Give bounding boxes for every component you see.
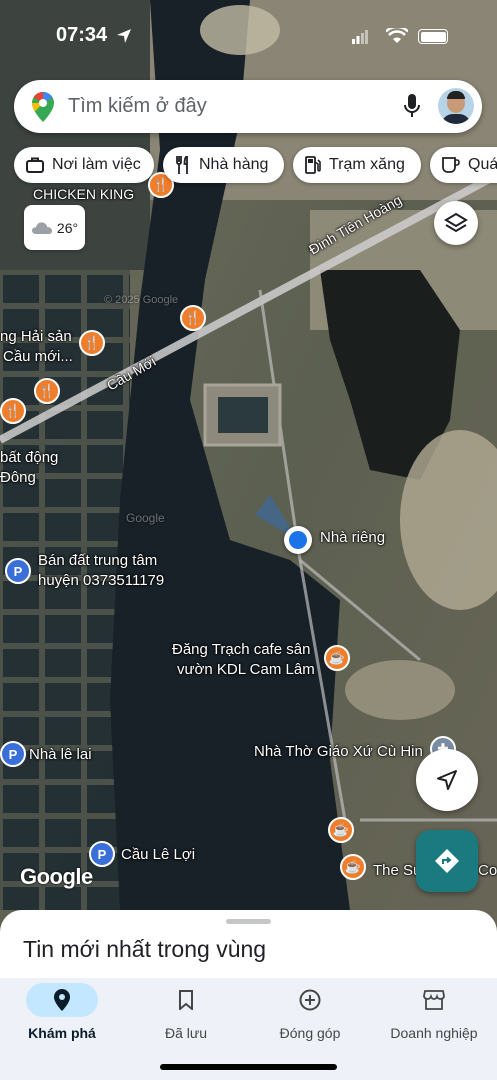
label-hai-san-1[interactable]: ng Hải sản xyxy=(0,327,72,347)
directions-button[interactable] xyxy=(416,830,478,892)
navigation-arrow-icon xyxy=(437,770,457,790)
layers-button[interactable] xyxy=(434,201,478,245)
weather-badge[interactable]: 26° xyxy=(24,205,85,250)
search-bar[interactable]: Tìm kiếm ở đây xyxy=(14,80,482,133)
sheet-handle[interactable] xyxy=(226,919,271,924)
gas-station-icon xyxy=(305,156,321,174)
label-ban-dat-2[interactable]: huyện 0373511179 xyxy=(38,571,164,591)
label-nha-le-lai[interactable]: Nhà lê lai xyxy=(29,745,92,765)
label-co[interactable]: Co xyxy=(478,861,497,881)
status-bar: 07:34 xyxy=(0,0,497,74)
my-location-button[interactable] xyxy=(416,749,478,811)
label-hai-san-2[interactable]: Cầu mới... xyxy=(3,347,73,367)
sheet-title: Tin mới nhất trong vùng xyxy=(23,936,267,962)
cafe-pin[interactable]: ☕ xyxy=(340,854,366,880)
wifi-icon xyxy=(386,28,408,43)
restaurant-pin[interactable]: 🍴 xyxy=(0,398,26,424)
chip-label: Quá xyxy=(468,156,497,173)
nav-label: Doanh nghiệp xyxy=(390,1025,478,1041)
nav-label: Đóng góp xyxy=(279,1025,341,1041)
label-nha-tho[interactable]: Nhà Thờ Giáo Xứ Cù Hin xyxy=(254,742,423,762)
map-copyright: © 2025 Google xyxy=(104,294,179,306)
restaurant-pin[interactable]: 🍴 xyxy=(180,305,206,331)
home-indicator xyxy=(160,1064,337,1070)
label-cau-le-loi[interactable]: Cầu Lê Lợi xyxy=(121,845,195,865)
chip-label: Nơi làm việc xyxy=(52,156,141,173)
briefcase-icon xyxy=(26,157,44,173)
label-dang-trach-1[interactable]: Đăng Trạch cafe sân xyxy=(172,640,310,660)
search-input[interactable]: Tìm kiếm ở đây xyxy=(68,95,207,118)
nav-label: Khám phá xyxy=(28,1025,96,1041)
google-logo: Google xyxy=(20,864,93,889)
restaurant-icon xyxy=(176,156,188,174)
label-bat-dong-1[interactable]: bất động xyxy=(0,448,58,468)
chip-workplace[interactable]: Nơi làm việc xyxy=(14,147,154,183)
nav-label: Đã lưu xyxy=(164,1025,208,1041)
bottom-sheet[interactable]: Tin mới nhất trong vùng xyxy=(0,910,497,980)
label-dang-trach-2[interactable]: vườn KDL Cam Lâm xyxy=(177,660,315,680)
chip-label: Nhà hàng xyxy=(199,156,269,173)
current-location-dot[interactable] xyxy=(284,526,312,554)
label-nha-rieng[interactable]: Nhà riêng xyxy=(320,528,385,548)
cafe-pin[interactable]: ☕ xyxy=(328,817,354,843)
chip-gas-stations[interactable]: Trạm xăng xyxy=(293,147,421,183)
map-watermark: Google xyxy=(126,511,165,525)
status-time: 07:34 xyxy=(56,24,108,46)
label-bat-dong-2[interactable]: Đông xyxy=(0,468,36,488)
chip-label: Trạm xăng xyxy=(329,156,405,173)
nav-explore[interactable]: Khám phá xyxy=(0,983,124,1053)
place-pin[interactable]: P xyxy=(5,558,31,584)
cloud-icon xyxy=(31,221,52,234)
add-circle-icon xyxy=(299,989,321,1011)
nav-business[interactable]: Doanh nghiệp xyxy=(372,983,496,1053)
storefront-icon xyxy=(423,990,445,1010)
label-the-su[interactable]: The Su xyxy=(373,861,421,881)
directions-icon xyxy=(435,849,459,873)
chip-restaurants[interactable]: Nhà hàng xyxy=(163,147,284,183)
battery-icon xyxy=(418,29,448,44)
label-chicken-king[interactable]: CHICKEN KING xyxy=(33,184,134,204)
google-maps-pin-icon xyxy=(32,92,54,122)
restaurant-pin[interactable]: 🍴 xyxy=(34,378,60,404)
label-ban-dat-1[interactable]: Bán đất trung tâm xyxy=(38,551,157,571)
avatar[interactable] xyxy=(438,88,474,124)
nav-saved[interactable]: Đã lưu xyxy=(124,983,248,1053)
nav-contribute[interactable]: Đóng góp xyxy=(248,983,372,1053)
coffee-icon xyxy=(442,157,460,173)
place-pin[interactable]: P xyxy=(0,741,26,767)
cafe-pin[interactable]: ☕ xyxy=(324,645,350,671)
signal-icon xyxy=(352,30,368,44)
chip-coffee[interactable]: Quá xyxy=(430,147,497,183)
bookmark-icon xyxy=(179,990,193,1010)
location-arrow-icon xyxy=(117,29,131,43)
mic-icon[interactable] xyxy=(404,94,420,118)
layers-icon xyxy=(444,212,468,233)
weather-temp: 26° xyxy=(56,219,79,236)
location-pin-icon xyxy=(54,989,70,1011)
restaurant-pin[interactable]: 🍴 xyxy=(79,330,105,356)
